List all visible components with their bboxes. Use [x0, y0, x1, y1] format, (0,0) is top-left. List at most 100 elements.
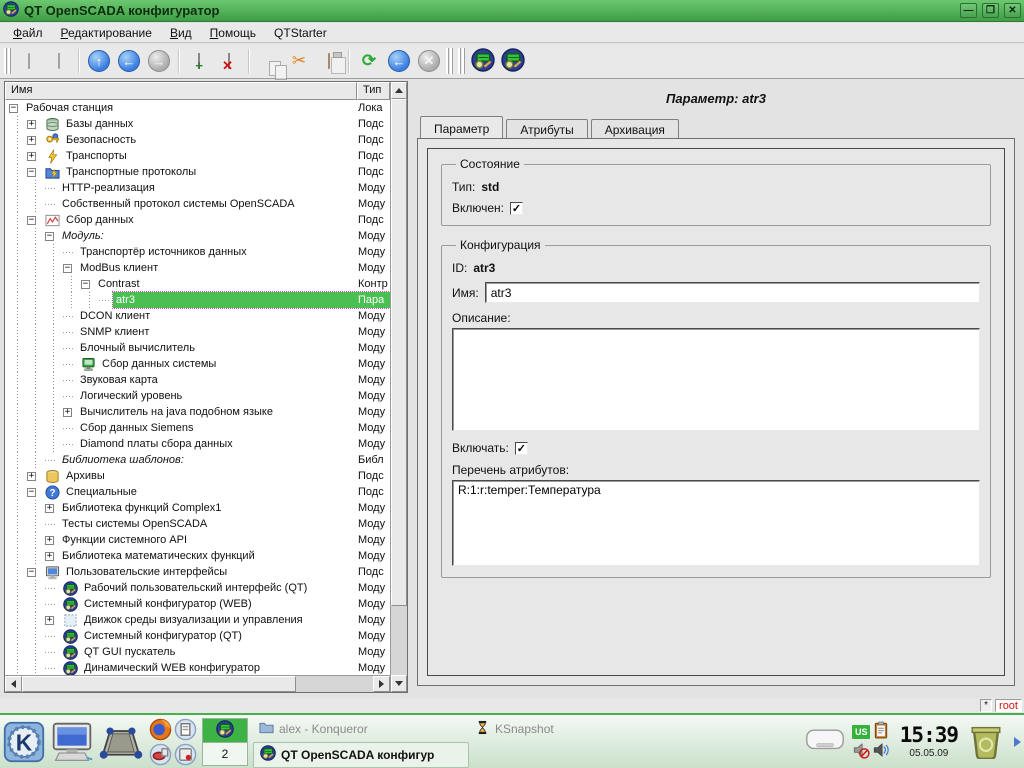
collapse-icon[interactable]: − — [27, 568, 36, 577]
panel-hide-arrow-icon[interactable] — [1014, 737, 1021, 747]
name-input[interactable] — [485, 282, 980, 303]
tree-row[interactable]: Логический уровеньМоду — [5, 388, 390, 404]
tree-row[interactable]: +Функции системного APIМоду — [5, 532, 390, 548]
tree-row[interactable]: Звуковая картаМоду — [5, 372, 390, 388]
taskbar-task[interactable]: QT OpenSCADA конфигур — [253, 742, 469, 768]
tree-row[interactable]: −?СпециальныеПодс — [5, 484, 390, 500]
close-button[interactable]: ✕ — [1004, 3, 1021, 18]
tree-row[interactable]: −ContrastКонтр — [5, 276, 390, 292]
menu-item-1[interactable]: Файл — [4, 24, 52, 42]
tree-row[interactable]: +Движок среды визуализации и управленияМ… — [5, 612, 390, 628]
tab-1[interactable]: Параметр — [420, 116, 503, 139]
tree-row[interactable]: atr3Пара — [5, 292, 390, 308]
to-enable-checkbox[interactable]: ✓ — [515, 442, 528, 455]
collapse-icon[interactable]: − — [27, 488, 36, 497]
tree-row[interactable]: Библиотека шаблонов:Библ — [5, 452, 390, 468]
expand-icon[interactable]: + — [45, 504, 54, 513]
collapse-icon[interactable]: − — [45, 232, 54, 241]
tree-row[interactable]: Системный конфигуратор (QT)Моду — [5, 628, 390, 644]
cut-item-button[interactable]: ✂ — [284, 47, 314, 76]
hscroll-thumb[interactable] — [22, 676, 296, 692]
tree-row[interactable]: −Сбор данныхПодс — [5, 212, 390, 228]
go-back-button[interactable]: ← — [114, 47, 144, 76]
tree-row[interactable]: Блочный вычислительМоду — [5, 340, 390, 356]
toolbar-handle[interactable] — [446, 48, 454, 74]
tree-row[interactable]: +Вычислитель на java подобном языкеМоду — [5, 404, 390, 420]
taskbar-task[interactable]: KSnapshot — [469, 716, 685, 742]
add-item-button[interactable]: + — [184, 47, 214, 76]
tree-row[interactable]: −Рабочая станцияЛока — [5, 100, 390, 116]
tree-row[interactable]: Системный конфигуратор (WEB)Моду — [5, 596, 390, 612]
expand-icon[interactable]: + — [27, 120, 36, 129]
removable-drive-icon[interactable] — [805, 726, 845, 757]
tab-2[interactable]: Атрибуты — [506, 119, 587, 139]
pager-desktop-2[interactable]: 2 — [203, 742, 247, 765]
launch-configurator-button[interactable] — [498, 47, 528, 76]
refresh-button[interactable]: ⟳ — [354, 47, 384, 76]
tree-row[interactable]: Динамический WEB конфигураторМоду — [5, 660, 390, 675]
menu-item-2[interactable]: Редактирование — [52, 24, 161, 42]
trash-icon[interactable] — [967, 721, 1005, 762]
expand-icon[interactable]: + — [45, 536, 54, 545]
enabled-checkbox[interactable]: ✓ — [510, 202, 523, 215]
clock[interactable]: 15:39 05.05.09 — [900, 725, 958, 759]
vertical-scrollbar[interactable] — [390, 82, 407, 692]
scroll-up-icon[interactable] — [391, 82, 407, 99]
tree-row[interactable]: +БезопасностьПодс — [5, 132, 390, 148]
maximize-button[interactable]: ❐ — [982, 3, 999, 18]
tree-row[interactable]: Тесты системы OpenSCADAМоду — [5, 516, 390, 532]
menu-item-5[interactable]: QTStarter — [265, 24, 336, 42]
scroll-left-icon[interactable] — [5, 676, 22, 692]
tree-row[interactable]: SNMP клиентМоду — [5, 324, 390, 340]
keyboard-layout-indicator[interactable]: US — [852, 725, 870, 739]
menu-item-4[interactable]: Помощь — [201, 24, 265, 42]
tree-row[interactable]: Собственный протокол системы OpenSCADAМо… — [5, 196, 390, 212]
tree-row[interactable]: Рабочий пользовательский интерфейс (QT)М… — [5, 580, 390, 596]
tab-3[interactable]: Архивация — [591, 119, 679, 139]
launcher-chart-icon[interactable] — [148, 742, 172, 766]
tree-row[interactable]: Сбор данных системыМоду — [5, 356, 390, 372]
launcher-record-icon[interactable] — [173, 742, 197, 766]
tree-row[interactable]: HTTP-реализацияМоду — [5, 180, 390, 196]
klipper-icon[interactable] — [872, 721, 890, 742]
toolbar-handle[interactable] — [4, 48, 12, 74]
tree-row[interactable]: +Базы данныхПодс — [5, 116, 390, 132]
window-titlebar[interactable]: QT OpenSCADA конфигуратор — ❐ ✕ — [0, 0, 1024, 22]
tree-row[interactable]: +Библиотека функций Complex1Моду — [5, 500, 390, 516]
mixer-muted-icon[interactable] — [852, 741, 870, 762]
column-header-name[interactable]: Имя — [5, 82, 357, 100]
launch-vision-button[interactable] — [468, 47, 498, 76]
tree-row[interactable]: −Модуль:Моду — [5, 228, 390, 244]
launcher-doc-icon[interactable] — [173, 717, 197, 741]
scroll-right-icon[interactable] — [373, 676, 390, 692]
volume-icon[interactable] — [872, 741, 890, 762]
tree-row[interactable]: Diamond платы сбора данныхМоду — [5, 436, 390, 452]
tree-row[interactable]: −Транспортные протоколыПодс — [5, 164, 390, 180]
minimize-button[interactable]: — — [960, 3, 977, 18]
kmenu-button[interactable]: K — [3, 721, 45, 763]
tree-row[interactable]: DCON клиентМоду — [5, 308, 390, 324]
system-monitor-icon[interactable] — [50, 721, 94, 763]
scroll-down-icon[interactable] — [391, 675, 407, 692]
tree-row[interactable]: +АрхивыПодс — [5, 468, 390, 484]
tree-row[interactable]: Сбор данных SiemensМоду — [5, 420, 390, 436]
tree-row[interactable]: −ModBus клиентМоду — [5, 260, 390, 276]
attributes-list-textarea[interactable]: R:1:r:temper:Температура — [452, 480, 980, 566]
toolbar-handle[interactable] — [458, 48, 466, 74]
collapse-icon[interactable]: − — [63, 264, 72, 273]
description-textarea[interactable] — [452, 328, 980, 431]
menu-item-3[interactable]: Вид — [161, 24, 201, 42]
tree-row[interactable]: −Пользовательские интерфейсыПодс — [5, 564, 390, 580]
tree-row[interactable]: +Библиотека математических функцийМоду — [5, 548, 390, 564]
expand-icon[interactable]: + — [27, 136, 36, 145]
delete-item-button[interactable]: ✕ — [214, 47, 244, 76]
tree-row[interactable]: Транспортёр источников данныхМоду — [5, 244, 390, 260]
tree-row[interactable]: QT GUI пускательМоду — [5, 644, 390, 660]
expand-icon[interactable]: + — [45, 616, 54, 625]
expand-icon[interactable]: + — [27, 152, 36, 161]
expand-icon[interactable]: + — [63, 408, 72, 417]
pager-desktop-1[interactable] — [203, 719, 247, 742]
collapse-icon[interactable]: − — [27, 168, 36, 177]
expand-icon[interactable]: + — [27, 472, 36, 481]
collapse-icon[interactable]: − — [81, 280, 90, 289]
